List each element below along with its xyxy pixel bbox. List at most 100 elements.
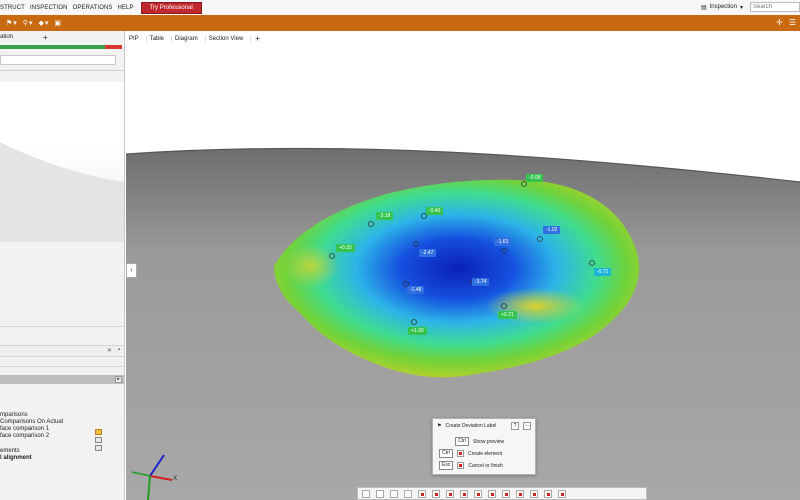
deviation-label[interactable]: -1.63 (494, 238, 512, 246)
lasso-icon[interactable] (418, 489, 426, 498)
chevron-down-icon: ▾ (13, 20, 17, 27)
elements-tree: mparisons Comparisons On Actual face com… (0, 412, 63, 462)
panel-row (0, 356, 124, 365)
circle-select-icon[interactable] (460, 489, 468, 498)
brush-icon[interactable] (432, 489, 440, 498)
menu-icon[interactable]: ☰ (789, 18, 796, 27)
tree-item[interactable]: l alignment (0, 455, 63, 462)
tree-item[interactable]: mparisons (0, 412, 63, 419)
flag-icon: ⚑ (6, 20, 13, 27)
close-icon[interactable]: ✕ (107, 347, 112, 354)
menu-operations[interactable]: OPERATIONS (73, 5, 118, 11)
rectangle-select-icon[interactable] (446, 489, 454, 498)
explorer-background-shape (0, 142, 124, 242)
patch-select-icon[interactable] (488, 489, 496, 498)
selection-toolbar (357, 487, 647, 500)
shortcut-row: Ctrl Show preview (455, 437, 504, 446)
shortcut-action: Create element (468, 450, 503, 457)
tree-status-icons (95, 429, 102, 451)
add-tab-button[interactable]: + (43, 33, 48, 42)
create-element-icon (457, 450, 464, 457)
workspace-icon: ▤ (700, 4, 707, 11)
select-tool-icon[interactable] (362, 489, 370, 498)
diamond-icon: ◆ (38, 20, 44, 27)
tree-item[interactable]: ements (0, 448, 63, 455)
tab-table[interactable]: Table (147, 35, 173, 42)
deviation-label[interactable]: -2.47 (419, 249, 437, 257)
tab-pip[interactable]: PIP (126, 35, 147, 42)
deviation-label[interactable]: -0.40 (426, 207, 444, 215)
deviation-hotspot (283, 244, 339, 288)
polygon-select-icon[interactable] (474, 489, 482, 498)
create-deviation-label-popup: ⚑ Create Deviation Label ? ... Ctrl Show… (432, 418, 536, 475)
shrink-select-icon[interactable] (516, 489, 524, 498)
try-professional-button[interactable]: Try Professional (140, 1, 202, 14)
deviation-label[interactable]: +0.21 (498, 311, 517, 319)
tree-item[interactable]: face comparison 1 (0, 426, 63, 433)
view-tool-button[interactable]: ◆ ▾ (38, 19, 48, 27)
deviation-label[interactable]: -3.18 (376, 212, 394, 220)
deviation-label[interactable]: -3.74 (472, 278, 490, 286)
deviation-label[interactable]: -1.48 (407, 286, 425, 294)
select-surface-icon[interactable] (404, 489, 412, 498)
add-icon[interactable]: ✛ (776, 18, 783, 27)
search-tool-button[interactable]: ⚲ ▾ (23, 19, 33, 27)
search-input[interactable] (750, 2, 800, 12)
status-progress-bar (0, 45, 122, 49)
workspace-label: Inspection (709, 4, 737, 10)
chevron-down-icon: ▾ (44, 20, 49, 27)
help-button[interactable]: ? (511, 422, 519, 430)
shortcut-row: Esc Cancel or finish (439, 461, 503, 470)
status-icon (95, 437, 102, 443)
deviation-label[interactable]: -0.71 (594, 268, 612, 276)
panel-splitter[interactable] (0, 326, 124, 335)
tab-explorer[interactable]: ation (0, 34, 19, 40)
menu-construct[interactable]: STRUCT (0, 5, 30, 11)
collapse-panel-button[interactable]: ‹ (126, 263, 137, 278)
shortcut-row: Ctrl Create element (439, 449, 502, 458)
key-badge: Ctrl (455, 437, 469, 446)
deselect-icon[interactable] (544, 489, 552, 498)
more-button[interactable]: ... (523, 422, 531, 430)
deviation-label[interactable]: -1.02 (543, 226, 561, 234)
delete-select-icon[interactable] (558, 489, 566, 498)
toolbar-right: ✛ ☰ (776, 18, 796, 27)
explorer-search-input[interactable] (0, 55, 116, 65)
flag-icon: ⚑ (437, 423, 442, 429)
tree-item[interactable]: face comparison 2 (0, 433, 63, 440)
tree-item[interactable]: Comparisons On Actual (0, 419, 63, 426)
divider (0, 70, 124, 71)
panel-row (0, 366, 124, 375)
explorer-tabs: ation + (0, 31, 124, 43)
progress-good (0, 45, 105, 49)
tab-diagram[interactable]: Diagram (172, 35, 206, 42)
horizontal-scrollbar[interactable]: ▸ (0, 375, 124, 384)
chevron-down-icon: ▾ (28, 20, 33, 27)
popup-title: Create Deviation Label (445, 423, 497, 429)
cancel-icon (457, 462, 465, 469)
deviation-label[interactable]: -0.09 (526, 174, 544, 182)
tab-section-view[interactable]: Section View (206, 35, 252, 42)
select-point-icon[interactable] (390, 489, 398, 498)
scroll-right-icon[interactable]: ▸ (115, 376, 122, 383)
deviation-label[interactable]: +0.33 (336, 244, 355, 252)
screenshot-button[interactable]: ▣ (54, 19, 61, 27)
add-view-button[interactable]: + (255, 34, 260, 43)
shortcut-action: Cancel or finish (468, 462, 503, 469)
chevron-down-icon: ▾ (739, 4, 743, 11)
grid-tool-icon[interactable] (376, 489, 384, 498)
expand-icon[interactable]: ▪ (118, 347, 120, 354)
flag-tool-button[interactable]: ⚑ ▾ (6, 19, 17, 27)
workspace-select[interactable]: ▤ Inspection ▾ (697, 3, 747, 12)
status-icon (95, 445, 102, 451)
explorer-view (0, 82, 124, 242)
warning-icon (95, 429, 102, 435)
menu-help[interactable]: HELP (118, 5, 139, 11)
invert-select-icon[interactable] (530, 489, 538, 498)
grow-select-icon[interactable] (502, 489, 510, 498)
view-tabs: PIP Table Diagram Section View + (126, 33, 260, 44)
key-badge: Esc (439, 461, 454, 470)
deviation-label[interactable]: +1.00 (408, 327, 427, 335)
menu-inspection[interactable]: INSPECTION (30, 5, 73, 11)
axis-x-label: X (173, 476, 178, 482)
